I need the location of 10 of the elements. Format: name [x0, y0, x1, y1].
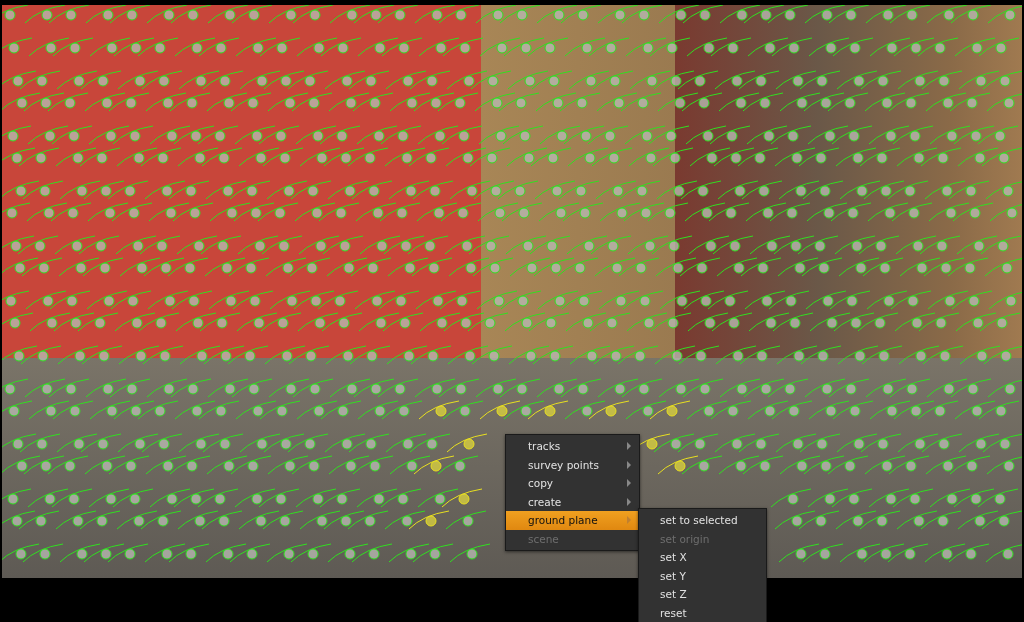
menu-item[interactable]: copy	[506, 474, 639, 493]
menu-item[interactable]: tracks	[506, 437, 639, 456]
menu-item[interactable]: set Y	[639, 566, 766, 585]
menu-item[interactable]: reset	[639, 603, 766, 622]
menu-item[interactable]: set X	[639, 548, 766, 567]
menu-item[interactable]: set Z	[639, 585, 766, 604]
menu-item[interactable]: survey points	[506, 455, 639, 474]
menu-item[interactable]: set to selected	[639, 511, 766, 530]
menu-item[interactable]: create	[506, 492, 639, 511]
menu-item[interactable]: ground plane	[506, 511, 639, 530]
